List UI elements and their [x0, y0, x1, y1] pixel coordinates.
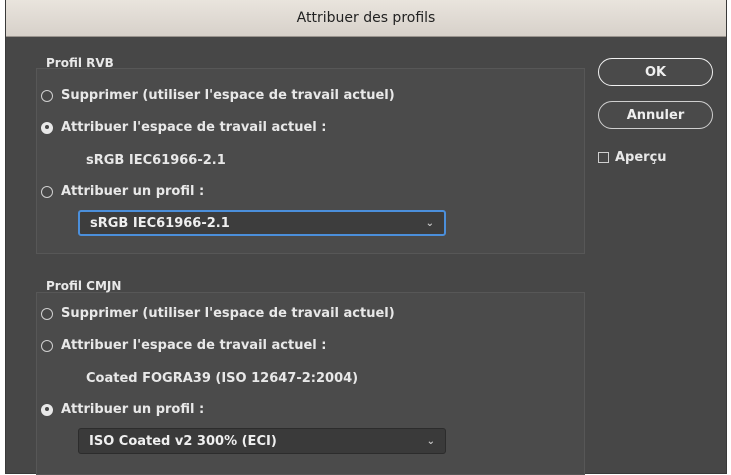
cmyk-option-assign-profile[interactable]: Attribuer un profil : — [41, 402, 204, 417]
dialog-title: Attribuer des profils — [296, 10, 436, 26]
radio-checked-icon[interactable] — [41, 403, 53, 416]
cmyk-option-working-space[interactable]: Attribuer l'espace de travail actuel : — [41, 338, 326, 353]
option-label: Attribuer un profil : — [61, 184, 205, 199]
chevron-down-icon: ⌄ — [426, 435, 435, 447]
radio-icon[interactable] — [41, 339, 53, 352]
radio-icon[interactable] — [41, 307, 53, 320]
select-value: ISO Coated v2 300% (ECI) — [89, 433, 277, 449]
rgb-current-space: sRGB IEC61966-2.1 — [86, 153, 226, 168]
chevron-down-icon: ⌄ — [425, 217, 434, 229]
assign-profiles-dialog: Attribuer des profils Profil RVB Supprim… — [6, 0, 726, 475]
radio-icon[interactable] — [41, 89, 53, 102]
rgb-group-label: Profil RVB — [46, 56, 114, 70]
radio-checked-icon[interactable] — [41, 121, 53, 134]
cmyk-profile-select[interactable]: ISO Coated v2 300% (ECI) ⌄ — [78, 428, 446, 454]
rgb-option-working-space[interactable]: Attribuer l'espace de travail actuel : — [41, 120, 326, 135]
option-label: Attribuer l'espace de travail actuel : — [61, 120, 327, 135]
cancel-button[interactable]: Annuler — [598, 101, 713, 129]
preview-checkbox-row[interactable]: Aperçu — [598, 150, 667, 165]
rgb-option-discard[interactable]: Supprimer (utiliser l'espace de travail … — [41, 88, 395, 103]
radio-icon[interactable] — [41, 185, 53, 198]
rgb-profile-select[interactable]: sRGB IEC61966-2.1 ⌄ — [78, 210, 446, 236]
cmyk-group-label: Profil CMJN — [46, 279, 122, 293]
select-value: sRGB IEC61966-2.1 — [90, 215, 230, 231]
option-label: Attribuer un profil : — [61, 402, 205, 417]
preview-label: Aperçu — [615, 150, 667, 165]
ok-button[interactable]: OK — [598, 58, 713, 86]
rgb-option-assign-profile[interactable]: Attribuer un profil : — [41, 184, 204, 199]
option-label: Supprimer (utiliser l'espace de travail … — [61, 306, 395, 321]
option-label: Attribuer l'espace de travail actuel : — [61, 338, 327, 353]
cmyk-current-space: Coated FOGRA39 (ISO 12647-2:2004) — [86, 371, 359, 386]
checkbox-icon[interactable] — [598, 152, 609, 163]
cmyk-option-discard[interactable]: Supprimer (utiliser l'espace de travail … — [41, 306, 395, 321]
option-label: Supprimer (utiliser l'espace de travail … — [61, 88, 395, 103]
title-bar[interactable]: Attribuer des profils — [6, 0, 726, 37]
